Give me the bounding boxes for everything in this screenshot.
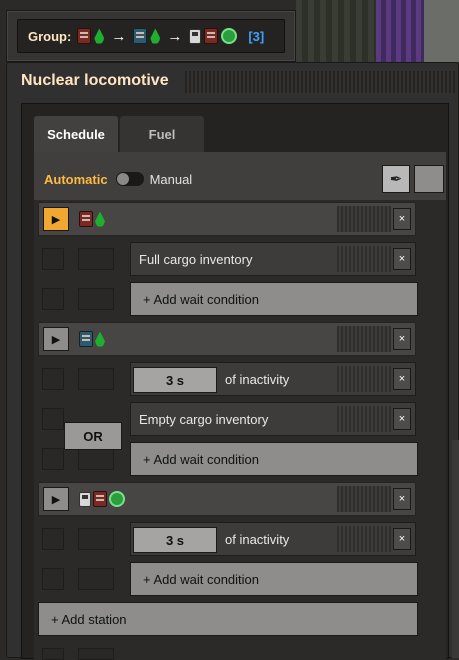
tab-schedule[interactable]: Schedule	[34, 116, 118, 152]
empty-slot	[42, 648, 64, 660]
tab-bar: Schedule Fuel	[34, 116, 204, 152]
or-button[interactable]: OR	[64, 422, 122, 450]
green-fluid-icon	[94, 28, 105, 44]
time-input[interactable]: 3 s	[133, 367, 217, 393]
drag-handle[interactable]	[337, 206, 391, 232]
red-wagon-icon	[93, 491, 107, 507]
red-wagon-icon	[77, 28, 92, 44]
empty-slot	[42, 368, 64, 390]
station-row[interactable]: ▶ ×	[38, 202, 416, 236]
close-icon: ×	[398, 213, 406, 225]
play-button[interactable]: ▶	[43, 487, 69, 511]
wait-condition[interactable]: Full cargo inventory ×	[130, 242, 416, 276]
arrow-icon: →	[111, 27, 127, 45]
remove-station-button[interactable]: ×	[393, 488, 411, 510]
wait-condition[interactable]: Empty cargo inventory ×	[130, 402, 416, 436]
color-swatch[interactable]	[414, 165, 444, 193]
group-label: Group:	[28, 28, 72, 44]
empty-slot	[42, 568, 64, 590]
drag-handle[interactable]	[337, 246, 391, 272]
remove-station-button[interactable]: ×	[393, 208, 411, 230]
drag-handle[interactable]	[337, 406, 391, 432]
fuel-pump-icon	[79, 491, 91, 507]
eyedropper-icon: ✒	[389, 171, 403, 188]
empty-slot	[42, 408, 64, 430]
station-row[interactable]: ▶ ×	[38, 322, 416, 356]
empty-slot	[42, 528, 64, 550]
title-drag-handle[interactable]	[185, 71, 455, 93]
empty-slot	[78, 448, 114, 470]
blue-wagon-icon	[133, 28, 148, 44]
drag-handle[interactable]	[337, 366, 391, 392]
empty-slot	[78, 528, 114, 550]
empty-slot	[42, 248, 64, 270]
window-body: Schedule Fuel Automatic Manual ✒ ▶ × Ful…	[21, 103, 449, 660]
play-icon: ▶	[51, 493, 61, 506]
empty-slot	[42, 448, 64, 470]
remove-condition-button[interactable]: ×	[393, 408, 411, 430]
world-background	[296, 0, 459, 62]
remove-condition-button[interactable]: ×	[393, 248, 411, 270]
green-fluid-icon	[150, 28, 161, 44]
scrollbar[interactable]	[452, 440, 459, 658]
add-wait-condition-button[interactable]: + Add wait condition	[130, 442, 418, 476]
fuel-pump-icon	[189, 28, 202, 44]
drag-handle[interactable]	[337, 326, 391, 352]
blue-wagon-icon	[79, 331, 93, 347]
tab-fuel[interactable]: Fuel	[120, 116, 204, 152]
play-icon: ▶	[51, 213, 61, 226]
drag-handle[interactable]	[337, 486, 391, 512]
manual-label[interactable]: Manual	[150, 172, 193, 187]
green-fluid-icon	[95, 331, 105, 347]
red-wagon-icon	[79, 211, 93, 227]
green-loco-icon	[109, 491, 125, 507]
color-picker-button[interactable]: ✒	[382, 165, 410, 193]
wait-condition[interactable]: 3 s of inactivity ×	[130, 522, 416, 556]
green-fluid-icon	[95, 211, 105, 227]
condition-text: of inactivity	[225, 372, 290, 387]
mode-bar: Automatic Manual	[34, 162, 432, 196]
remove-station-button[interactable]: ×	[393, 328, 411, 350]
red-wagon-icon	[204, 28, 219, 44]
close-icon: ×	[398, 493, 406, 505]
empty-slot	[78, 368, 114, 390]
window-title: Nuclear locomotive	[21, 72, 169, 89]
remove-condition-button[interactable]: ×	[393, 368, 411, 390]
close-icon: ×	[398, 333, 406, 345]
empty-slot	[78, 288, 114, 310]
add-wait-condition-button[interactable]: + Add wait condition	[130, 282, 418, 316]
wait-condition[interactable]: 3 s of inactivity ×	[130, 362, 416, 396]
play-button[interactable]: ▶	[43, 327, 69, 351]
remove-condition-button[interactable]: ×	[393, 528, 411, 550]
mode-toggle[interactable]	[115, 172, 144, 186]
play-icon: ▶	[51, 333, 61, 346]
condition-text: Empty cargo inventory	[139, 412, 269, 427]
schedule-panel: Automatic Manual ✒ ▶ × Full cargo invent…	[34, 152, 446, 660]
empty-slot	[78, 648, 114, 660]
condition-text: of inactivity	[225, 532, 290, 547]
empty-slot	[78, 248, 114, 270]
close-icon: ×	[398, 253, 406, 265]
add-wait-condition-button[interactable]: + Add wait condition	[130, 562, 418, 596]
empty-slot	[78, 568, 114, 590]
automatic-label[interactable]: Automatic	[44, 172, 108, 187]
close-icon: ×	[398, 373, 406, 385]
close-icon: ×	[398, 533, 406, 545]
locomotive-window: Nuclear locomotive Schedule Fuel Automat…	[6, 62, 459, 660]
close-icon: ×	[398, 413, 406, 425]
group-frame: Group: → → [3]	[6, 10, 296, 62]
station-row[interactable]: ▶ ×	[38, 482, 416, 516]
condition-text: Full cargo inventory	[139, 252, 253, 267]
empty-slot	[42, 288, 64, 310]
play-button[interactable]: ▶	[43, 207, 69, 231]
time-input[interactable]: 3 s	[133, 527, 217, 553]
drag-handle[interactable]	[337, 526, 391, 552]
arrow-icon: →	[167, 27, 183, 45]
green-loco-icon	[221, 28, 238, 44]
add-station-button[interactable]: + Add station	[38, 602, 418, 636]
group-bar[interactable]: Group: → → [3]	[17, 19, 285, 53]
group-count: [3]	[248, 28, 265, 44]
